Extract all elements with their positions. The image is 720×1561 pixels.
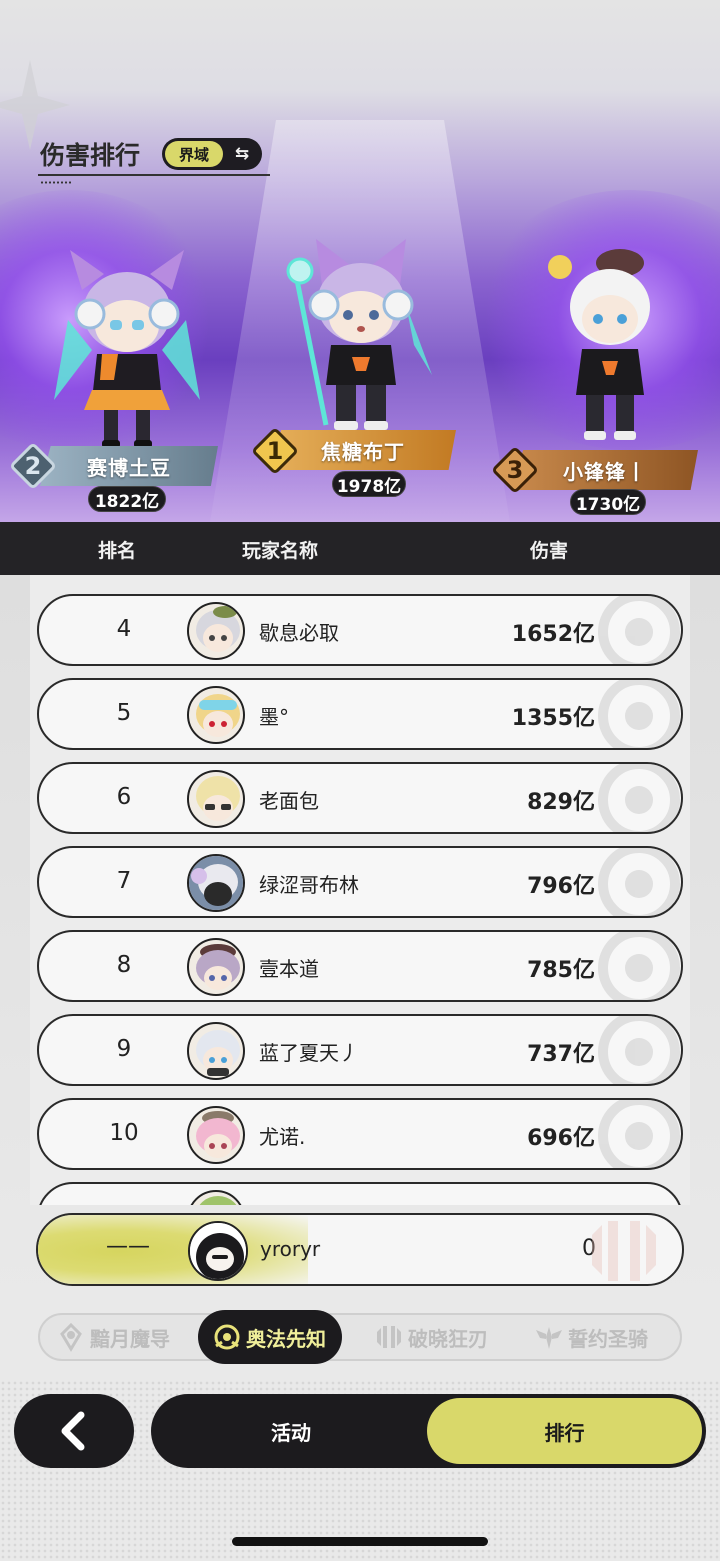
tab-ranking[interactable]: 排行 [427, 1398, 702, 1464]
crest-watermark-icon [598, 1016, 680, 1084]
tab-activity[interactable]: 活动 [151, 1394, 431, 1468]
crest-watermark-icon [598, 1100, 680, 1168]
table-row[interactable]: 4 歇息必取 1652亿 [37, 594, 683, 666]
chevron-left-icon [61, 1411, 85, 1451]
row-rank: 4 [116, 616, 132, 642]
bottom-segmented-control: 活动 排行 [151, 1394, 706, 1468]
avatar[interactable] [187, 1190, 245, 1205]
avatar[interactable] [187, 1106, 245, 1164]
table-row[interactable]: 8 壹本道 785亿 [37, 930, 683, 1002]
player-name: 绿涩哥布林 [259, 873, 359, 897]
avatar[interactable] [187, 770, 245, 828]
crest-watermark-icon [598, 932, 680, 1000]
rank-1-medal-icon: 1 [250, 426, 300, 476]
table-row[interactable]: 7 绿涩哥布林 796亿 [37, 846, 683, 918]
avatar[interactable] [187, 686, 245, 744]
tab-label: 奥法先知 [246, 1326, 326, 1351]
player-name: 尤诺. [259, 1125, 306, 1149]
player-name: 老面包 [259, 789, 319, 813]
column-player-name: 玩家名称 [242, 540, 319, 562]
wing-crest-icon [536, 1327, 562, 1349]
podium-banner: 伤害排行 界域 ⇆ 赛博土豆 2 1822亿 焦糖布丁 1 1978亿 小锋锋丨… [0, 0, 720, 522]
crest-watermark-icon [598, 764, 680, 832]
table-row[interactable]: 5 墨° 1355亿 [37, 678, 683, 750]
player-name: 歇息必取 [259, 621, 339, 645]
swap-arrows-icon: ⇆ [234, 144, 250, 164]
my-avatar[interactable] [188, 1221, 248, 1281]
rank-3-medal-icon: 3 [490, 445, 540, 495]
my-rank: —— [106, 1234, 150, 1259]
row-rank: 6 [116, 784, 132, 810]
tab-dawn-blade[interactable]: 破晓狂刃 [374, 1315, 488, 1359]
podium-damage-2: 1822亿 [88, 486, 166, 512]
title-dots [40, 181, 72, 184]
damage-value: 696亿 [527, 1126, 595, 1151]
damage-value: 1652亿 [511, 622, 595, 647]
damage-value: 737亿 [527, 1042, 595, 1067]
blade-crest-icon [377, 1326, 401, 1348]
character-rank-2[interactable] [54, 250, 200, 454]
crest-watermark-icon [598, 848, 680, 916]
table-header: 排名 玩家名称 伤害 [0, 522, 720, 575]
column-rank: 排名 [98, 540, 137, 562]
realm-toggle[interactable]: 界域 ⇆ [162, 138, 262, 170]
crest-watermark-icon [598, 680, 680, 748]
tab-oath-paladin[interactable]: 誓约圣骑 [534, 1315, 648, 1359]
character-rank-3[interactable] [548, 245, 678, 449]
crest-watermark-icon [598, 596, 680, 664]
player-name: 墨° [259, 705, 289, 729]
avatar[interactable] [187, 938, 245, 996]
avatar[interactable] [187, 854, 245, 912]
row-rank: 7 [116, 868, 132, 894]
podium-damage-1: 1978亿 [332, 471, 406, 497]
damage-value: 1355亿 [511, 706, 595, 731]
row-rank: 10 [109, 1120, 139, 1146]
row-rank: 5 [116, 700, 132, 726]
table-row-partial[interactable] [37, 1182, 683, 1205]
damage-value: 796亿 [527, 874, 595, 899]
avatar[interactable] [187, 602, 245, 660]
row-rank: 8 [116, 952, 132, 978]
class-tab-bar: 黯月魔导 奥法先知 破晓狂刃 誓约圣骑 [38, 1310, 682, 1364]
row-rank: 9 [116, 1036, 132, 1062]
my-rank-row[interactable]: —— yroryr 0 [36, 1213, 684, 1286]
tab-label: 破晓狂刃 [408, 1326, 488, 1351]
ranking-list[interactable]: 4 歇息必取 1652亿 5 墨° 1355亿 6 老面包 829亿 7 绿涩哥… [30, 575, 690, 1205]
column-damage: 伤害 [530, 540, 569, 562]
podium-damage-3: 1730亿 [570, 489, 646, 515]
table-row[interactable]: 10 尤诺. 696亿 [37, 1098, 683, 1170]
tab-label: 黯月魔导 [90, 1326, 170, 1351]
crest-watermark-icon [592, 1221, 656, 1281]
table-row[interactable]: 9 蓝了夏天丿 737亿 [37, 1014, 683, 1086]
tab-dark-moon-mage[interactable]: 黯月魔导 [56, 1315, 170, 1359]
rank-2-medal-icon: 2 [8, 441, 58, 491]
back-button[interactable] [14, 1394, 134, 1468]
title-underline [38, 174, 270, 176]
realm-label: 界域 [165, 141, 223, 167]
home-indicator [232, 1537, 488, 1546]
page-title: 伤害排行 [40, 141, 141, 170]
tab-label: 誓约圣骑 [568, 1326, 648, 1351]
podium-name-2: 赛博土豆 [40, 446, 218, 486]
player-name: 壹本道 [259, 957, 319, 981]
player-name: 蓝了夏天丿 [259, 1041, 359, 1065]
damage-value: 829亿 [527, 790, 595, 815]
my-player-name: yroryr [260, 1237, 321, 1261]
avatar[interactable] [187, 1022, 245, 1080]
tab-arcane-prophet[interactable]: 奥法先知 [198, 1310, 342, 1364]
arcane-crest-icon [214, 1324, 240, 1350]
character-rank-1[interactable] [286, 235, 436, 439]
table-row[interactable]: 6 老面包 829亿 [37, 762, 683, 834]
damage-value: 785亿 [527, 958, 595, 983]
moon-crest-icon [60, 1322, 82, 1352]
